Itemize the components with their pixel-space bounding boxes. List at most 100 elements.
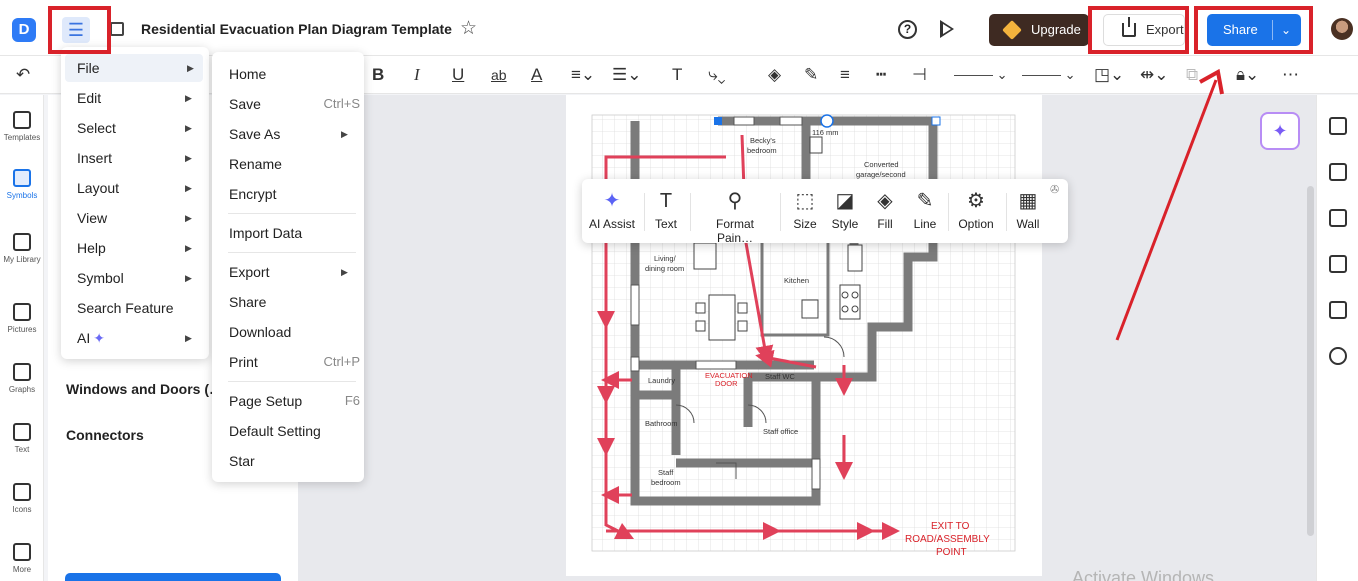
rail-templates[interactable]: Templates	[0, 111, 44, 142]
pen-icon[interactable]: ✎	[804, 64, 818, 86]
option-icon: ⚙	[967, 190, 985, 212]
connector-icon[interactable]: ⤷⌄	[708, 64, 726, 86]
presentation-icon[interactable]	[1329, 255, 1347, 273]
underline-icon[interactable]: U	[452, 64, 464, 86]
vertical-scrollbar[interactable]	[1307, 186, 1314, 536]
bold-icon[interactable]: B	[372, 64, 384, 86]
divider	[644, 193, 645, 231]
file-item-encrypt[interactable]: Encrypt	[229, 180, 359, 208]
more-icon[interactable]: ⋯	[1282, 64, 1299, 86]
size-button[interactable]: ⬚ Size	[790, 185, 820, 231]
file-item-star[interactable]: Star	[229, 447, 359, 475]
file-item-home[interactable]: Home	[229, 60, 359, 88]
rail-icons[interactable]: Icons	[0, 483, 44, 514]
arrow-style-icon[interactable]: ⊣	[912, 64, 927, 86]
strikethrough-icon[interactable]: ab	[491, 64, 507, 86]
menu-item-file[interactable]: File ▶	[65, 54, 203, 82]
format-painter-button[interactable]: ⚲ Format Pain…	[698, 185, 772, 245]
dash-icon[interactable]: ┅	[876, 64, 886, 86]
wall-button[interactable]: ▦ Wall	[1014, 185, 1042, 231]
rail-symbols[interactable]: Symbols	[0, 169, 44, 200]
menu-label: Download	[229, 324, 292, 340]
selection-handle[interactable]	[714, 117, 722, 125]
ai-assist-button[interactable]: ✦ AI Assist	[588, 185, 636, 231]
selection-handle[interactable]	[931, 116, 941, 126]
sparkle-icon: ✦	[93, 330, 105, 346]
file-item-page-setup[interactable]: Page Setup F6	[229, 387, 360, 415]
rail-text[interactable]: Text	[0, 423, 44, 454]
file-item-default-setting[interactable]: Default Setting	[229, 417, 359, 445]
exit-line: EXIT TO	[931, 521, 970, 532]
menu-item-symbol[interactable]: Symbol ▶	[77, 264, 203, 292]
ft-label: Wall	[1016, 217, 1040, 231]
style-button[interactable]: ◪ Style	[828, 185, 862, 231]
menu-item-insert[interactable]: Insert ▶	[77, 144, 203, 172]
menu-item-edit[interactable]: Edit ▶	[77, 84, 203, 112]
avatar[interactable]	[1331, 18, 1353, 40]
help-icon[interactable]: ?	[898, 20, 917, 39]
italic-icon[interactable]: I	[414, 64, 420, 86]
diagram-page[interactable]: 116 mm Becky's bedroom Converted garage/…	[566, 95, 1042, 576]
file-item-share[interactable]: Share	[229, 288, 359, 316]
file-item-import[interactable]: Import Data	[229, 219, 359, 247]
rail-label: Icons	[12, 505, 32, 514]
pin-icon[interactable]: ✇	[1050, 183, 1059, 196]
menu-item-view[interactable]: View ▶	[77, 204, 203, 232]
rail-graphs[interactable]: Graphs	[0, 363, 44, 394]
file-item-download[interactable]: Download	[229, 318, 359, 346]
menu-item-layout[interactable]: Layout ▶	[77, 174, 203, 202]
ft-label: AI Assist	[588, 217, 635, 231]
star-icon[interactable]: ☆	[460, 17, 477, 40]
theme-icon[interactable]	[1329, 209, 1347, 227]
gem-icon	[1002, 20, 1022, 40]
document-title[interactable]: Residential Evacuation Plan Diagram Temp…	[141, 21, 452, 37]
arrange-icon[interactable]	[1329, 163, 1347, 181]
app-logo[interactable]: D	[12, 18, 36, 42]
fill-button[interactable]: ◈ Fill	[872, 185, 898, 231]
menu-item-ai[interactable]: AI ✦ ▶	[77, 324, 203, 352]
option-button[interactable]: ⚙ Option	[956, 185, 996, 231]
file-item-save-as[interactable]: Save As ▶	[229, 120, 359, 148]
rail-more[interactable]: More	[0, 543, 44, 574]
file-item-save[interactable]: HomeSaveCtrl+S	[229, 90, 360, 118]
floating-toolbar: ✦ AI Assist T Text ⚲ Format Pain… ⬚ Size ◪ St…	[582, 179, 1068, 245]
line-button[interactable]: ✎ Line	[910, 185, 940, 231]
line-spacing-icon[interactable]: ☰⌄	[612, 64, 641, 86]
ft-label: Size	[793, 217, 817, 231]
upgrade-button[interactable]: Upgrade	[989, 14, 1089, 46]
font-color-icon[interactable]: A	[531, 64, 542, 86]
more-symbols-button[interactable]	[65, 573, 281, 581]
file-item-rename[interactable]: Rename	[229, 150, 359, 178]
line-weight-icon[interactable]: ≡	[840, 64, 850, 86]
ai-sparkle-button[interactable]: ✦	[1260, 112, 1300, 150]
menu-item-search[interactable]: Search Feature	[77, 294, 203, 322]
line-icon: ✎	[916, 190, 934, 212]
section-windows-doors[interactable]: Windows and Doors (…	[66, 381, 223, 397]
floor-plan[interactable]: 116 mm Becky's bedroom Converted garage/…	[566, 95, 1042, 576]
rail-library[interactable]: My Library	[0, 233, 44, 264]
align-icon[interactable]: ≡⌄	[571, 64, 595, 86]
menu-label: Print	[229, 354, 258, 370]
menu-item-select[interactable]: Select ▶	[77, 114, 203, 142]
main-menu: File ▶ Edit ▶ Select ▶ Insert ▶ Layout ▶ View…	[61, 47, 209, 359]
rail-pictures[interactable]: Pictures	[0, 303, 44, 334]
menu-item-help[interactable]: Help ▶	[77, 234, 203, 262]
line-style-dropdown[interactable]: ——— ⌄	[954, 64, 1008, 86]
text-button[interactable]: T Text	[650, 185, 682, 231]
rail-label: Pictures	[7, 325, 37, 334]
fill-bucket-icon[interactable]: ◈	[768, 64, 781, 86]
sparkle-icon: ✦	[603, 190, 621, 212]
play-icon[interactable]	[940, 20, 954, 38]
text-tool-icon[interactable]: T	[672, 64, 682, 86]
section-connectors[interactable]: Connectors	[66, 427, 144, 443]
file-item-print[interactable]: Print Ctrl+P	[229, 348, 360, 376]
file-item-export[interactable]: Export ▶	[229, 258, 359, 286]
history-icon[interactable]	[1329, 347, 1347, 365]
undo-icon[interactable]: ↶	[16, 64, 30, 86]
save-icon[interactable]	[110, 22, 124, 36]
rotate-handle[interactable]	[820, 114, 834, 128]
fill-panel-icon[interactable]	[1329, 117, 1347, 135]
page-icon[interactable]	[1329, 301, 1347, 319]
menu-divider	[228, 381, 356, 382]
line-end-dropdown[interactable]: ——— ⌄	[1022, 64, 1076, 86]
